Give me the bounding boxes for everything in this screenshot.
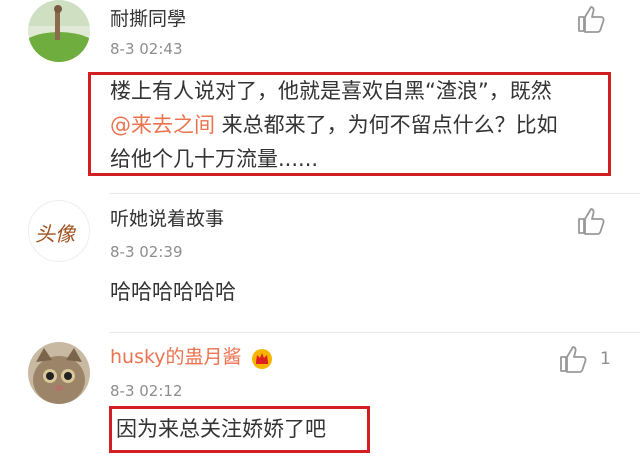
comment-text: 因为来总关注娇娇了吧	[116, 417, 326, 441]
avatar[interactable]	[28, 342, 90, 404]
divider	[110, 332, 640, 333]
comment-text-segment: 来总都来了，为何不留点什么？比如	[215, 113, 558, 137]
mention-link[interactable]: @来去之间	[110, 113, 215, 137]
avatar-text: 头像	[35, 222, 75, 246]
comment-item: husky的蛊月酱 8-3 02:12 1 因为来总关注娇娇了吧	[0, 334, 640, 467]
timestamp: 8-3 02:12	[110, 382, 183, 400]
username[interactable]: 听她说着故事	[110, 208, 224, 230]
comment-text: 楼上有人说对了，他就是喜欢自黑“渣浪”，既然 @来去之间 来总都来了，为何不留点…	[110, 74, 610, 176]
vip-crown-icon	[251, 348, 272, 369]
username-text: husky的蛊月酱	[110, 346, 242, 368]
comment-item: 耐撕同學 8-3 02:43 楼上有人说对了，他就是喜欢自黑“渣浪”，既然 @来…	[0, 0, 640, 200]
comment-text-line: 给他个几十万流量......	[110, 147, 319, 171]
divider	[110, 193, 640, 194]
avatar[interactable]: 头像	[28, 200, 90, 262]
username[interactable]: 耐撕同學	[110, 8, 186, 30]
comment-text-line: 楼上有人说对了，他就是喜欢自黑“渣浪”，既然	[110, 79, 552, 103]
like-icon[interactable]	[558, 344, 588, 374]
like-count: 1	[600, 349, 611, 369]
avatar[interactable]	[28, 0, 90, 62]
timestamp: 8-3 02:39	[110, 243, 183, 261]
comment-item: 头像 听她说着故事 8-3 02:39 哈哈哈哈哈哈	[0, 196, 640, 336]
like-icon[interactable]	[576, 206, 606, 236]
comment-text: 哈哈哈哈哈哈	[110, 280, 236, 304]
like-icon[interactable]	[576, 4, 606, 34]
username[interactable]: husky的蛊月酱	[110, 346, 274, 369]
comment-text-line: @来去之间 来总都来了，为何不留点什么？比如	[110, 108, 610, 142]
timestamp: 8-3 02:43	[110, 40, 183, 58]
